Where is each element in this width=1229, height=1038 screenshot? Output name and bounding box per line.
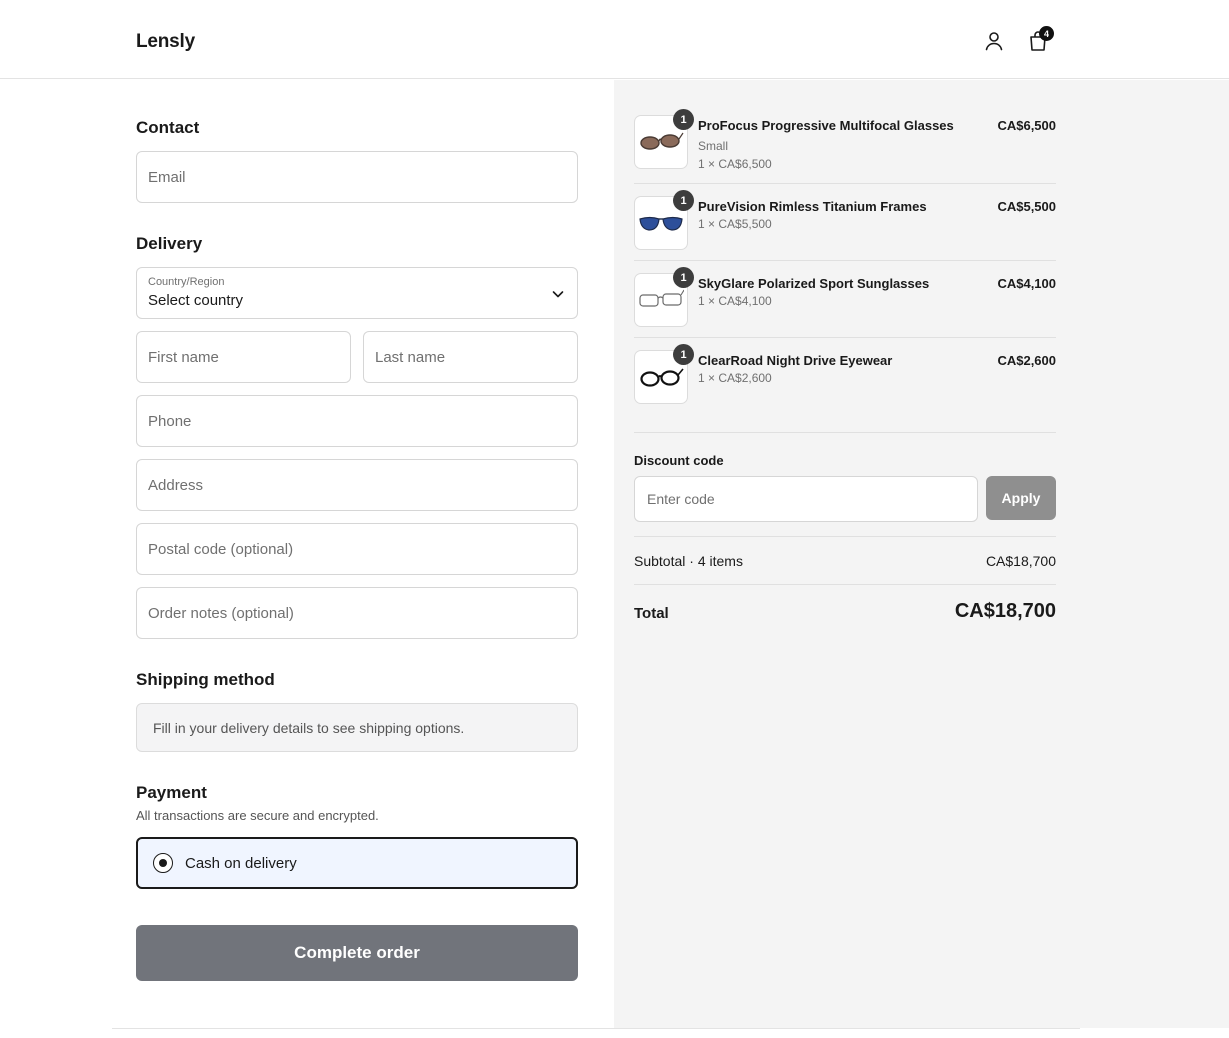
- shipping-note-text: Fill in your delivery details to see shi…: [153, 719, 465, 736]
- product-thumbnail: 1: [634, 109, 694, 169]
- item-unit-price: 1 × CA$5,500: [698, 217, 772, 231]
- discount-code-label: Discount code: [634, 453, 724, 468]
- last-name-input[interactable]: [364, 332, 577, 382]
- glasses-icon: [640, 368, 684, 387]
- item-divider: [634, 337, 1056, 338]
- quantity-badge: 1: [673, 344, 694, 365]
- quantity-badge: 1: [673, 267, 694, 288]
- glasses-icon: [639, 289, 684, 307]
- last-name-field[interactable]: [363, 331, 578, 383]
- item-divider: [634, 183, 1056, 184]
- phone-input[interactable]: [137, 396, 577, 446]
- site-header: Lensly 4: [0, 0, 1229, 79]
- first-name-field[interactable]: [136, 331, 351, 383]
- cart-count-badge: 4: [1039, 26, 1054, 41]
- item-price: CA$4,100: [997, 276, 1056, 291]
- item-name: PureVision Rimless Titanium Frames: [698, 199, 927, 214]
- account-icon[interactable]: [982, 29, 1006, 53]
- country-select-label: Country/Region: [148, 276, 225, 288]
- order-notes-input[interactable]: [137, 588, 577, 638]
- item-price: CA$5,500: [997, 199, 1056, 214]
- items-section-divider: [634, 432, 1056, 433]
- email-field[interactable]: [136, 151, 578, 203]
- line-item: 1 SkyGlare Polarized Sport Sunglasses 1 …: [634, 267, 1056, 327]
- radio-button-selected[interactable]: [153, 853, 173, 873]
- item-unit-price: 1 × CA$2,600: [698, 371, 772, 385]
- subtotal-label: Subtotal · 4 items: [634, 553, 743, 569]
- product-thumbnail: 1: [634, 344, 694, 404]
- delivery-heading: Delivery: [136, 234, 203, 253]
- item-name: ClearRoad Night Drive Eyewear: [698, 353, 893, 368]
- chevron-down-icon: [552, 291, 564, 298]
- item-name: SkyGlare Polarized Sport Sunglasses: [698, 276, 930, 291]
- subtotal-divider: [634, 584, 1056, 585]
- item-unit-price: 1 × CA$6,500: [698, 157, 772, 171]
- item-variant: Small: [698, 139, 729, 153]
- complete-order-button[interactable]: Complete order: [136, 925, 578, 981]
- quantity-badge: 1: [673, 190, 694, 211]
- address-input[interactable]: [137, 460, 577, 510]
- payment-option-cash-on-delivery[interactable]: Cash on delivery: [136, 837, 578, 889]
- line-item: 1 ProFocus Progressive Multifocal Glasse…: [634, 109, 1056, 171]
- address-field[interactable]: [136, 459, 578, 511]
- item-unit-price: 1 × CA$4,100: [698, 294, 772, 308]
- apply-discount-button[interactable]: Apply: [986, 476, 1056, 520]
- discount-code-input[interactable]: [635, 477, 977, 521]
- total-label: Total: [634, 605, 669, 622]
- item-price: CA$2,600: [997, 353, 1056, 368]
- product-thumbnail: 1: [634, 267, 694, 327]
- postal-code-input[interactable]: [137, 524, 577, 574]
- phone-field[interactable]: [136, 395, 578, 447]
- line-item: 1 ClearRoad Night Drive Eyewear 1 × CA$2…: [634, 344, 1056, 404]
- product-thumbnail: 1: [634, 190, 694, 250]
- country-select-value: Select country: [148, 292, 244, 309]
- shipping-placeholder-note: Fill in your delivery details to see shi…: [136, 703, 578, 752]
- shipping-heading: Shipping method: [136, 670, 275, 689]
- item-price: CA$6,500: [997, 118, 1056, 133]
- total-value: CA$18,700: [954, 600, 1056, 622]
- payment-heading: Payment: [136, 783, 207, 802]
- contact-heading: Contact: [136, 118, 200, 137]
- item-divider: [634, 260, 1056, 261]
- discount-divider: [634, 536, 1056, 537]
- country-select[interactable]: Country/Region Select country: [136, 267, 578, 319]
- email-input[interactable]: [137, 152, 577, 202]
- subtotal-value: CA$18,700: [985, 553, 1056, 569]
- first-name-input[interactable]: [137, 332, 350, 382]
- logo[interactable]: Lensly: [136, 31, 195, 53]
- postal-code-field[interactable]: [136, 523, 578, 575]
- footer-divider: [112, 1028, 1080, 1029]
- item-name: ProFocus Progressive Multifocal Glasses: [698, 118, 954, 133]
- glasses-icon: [639, 216, 683, 231]
- discount-code-field[interactable]: [634, 476, 978, 522]
- quantity-badge: 1: [673, 109, 694, 130]
- glasses-icon: [640, 132, 684, 150]
- payment-subtitle: All transactions are secure and encrypte…: [136, 808, 379, 823]
- order-notes-field[interactable]: [136, 587, 578, 639]
- payment-option-label: Cash on delivery: [185, 855, 297, 872]
- line-item: 1 PureVision Rimless Titanium Frames 1 ×…: [634, 190, 1056, 250]
